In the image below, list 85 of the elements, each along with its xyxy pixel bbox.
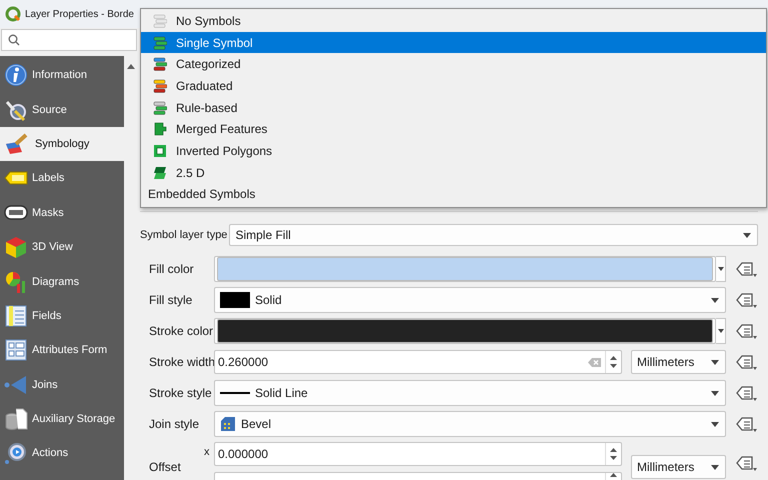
dropdown-arrow-icon bbox=[711, 298, 719, 302]
data-defined-icon[interactable] bbox=[736, 416, 758, 432]
sidebar-item[interactable]: 3D View bbox=[0, 230, 124, 264]
spin-up-icon bbox=[610, 448, 617, 452]
renderer-option[interactable]: Inverted Polygons bbox=[141, 140, 766, 162]
style-dropdown[interactable]: Solid bbox=[214, 287, 726, 313]
style-dropdown[interactable]: Solid Line bbox=[214, 380, 726, 406]
line-swatch-icon bbox=[220, 392, 250, 394]
dropdown-arrow-icon bbox=[743, 232, 751, 238]
clear-icon bbox=[588, 358, 601, 366]
menu-section-header: Embedded Symbols bbox=[147, 186, 256, 204]
sidebar-item[interactable]: Symbology bbox=[0, 126, 124, 162]
renderer-icon bbox=[153, 166, 167, 180]
data-defined-icon[interactable] bbox=[736, 261, 758, 277]
dropdown-arrow-icon bbox=[711, 422, 719, 426]
search-icon bbox=[8, 34, 20, 46]
sidebar-item-icon bbox=[4, 441, 28, 466]
field-label: Join style bbox=[149, 417, 200, 431]
sidebar-item-icon bbox=[4, 304, 28, 328]
sidebar-item[interactable]: Joins bbox=[0, 368, 124, 402]
data-defined-icon[interactable] bbox=[736, 455, 758, 471]
renderer-icon bbox=[153, 57, 167, 72]
field-label: Fill style bbox=[149, 293, 194, 307]
axis-label: x bbox=[204, 446, 210, 458]
renderer-option[interactable]: Graduated bbox=[141, 75, 766, 97]
sidebar-item-icon bbox=[4, 235, 28, 260]
unit-dropdown[interactable]: Millimeters bbox=[631, 350, 726, 374]
sidebar-item-icon bbox=[4, 407, 28, 432]
renderer-icon bbox=[153, 78, 167, 93]
renderer-option[interactable]: No Symbols bbox=[141, 10, 766, 32]
color-menu-button[interactable] bbox=[716, 318, 726, 344]
sidebar-item[interactable]: Information bbox=[0, 58, 124, 92]
data-defined-icon[interactable] bbox=[736, 354, 758, 370]
dropdown-arrow-icon bbox=[711, 360, 719, 364]
search-field[interactable] bbox=[1, 29, 137, 51]
window-title: Layer Properties - Borde bbox=[25, 8, 134, 20]
spin-up-icon bbox=[610, 473, 617, 477]
style-dropdown[interactable]: Bevel bbox=[214, 411, 726, 437]
sidebar-item-icon bbox=[4, 270, 28, 294]
spin-down-icon bbox=[610, 456, 617, 460]
field-label: Symbol layer type bbox=[140, 229, 228, 241]
sidebar-item[interactable]: Diagrams bbox=[0, 264, 124, 299]
sidebar-item-icon bbox=[4, 338, 28, 362]
data-defined-icon[interactable] bbox=[736, 323, 758, 339]
sidebar-item-icon bbox=[4, 132, 28, 156]
symbol-layer-type-dropdown[interactable]: Simple Fill bbox=[229, 224, 758, 246]
renderer-icon bbox=[153, 14, 167, 28]
renderer-option[interactable]: Single Symbol bbox=[141, 32, 766, 54]
unit-dropdown[interactable]: Millimeters bbox=[631, 455, 726, 479]
dropdown-arrow-icon bbox=[711, 464, 719, 470]
field-label: Fill color bbox=[149, 262, 195, 276]
renderer-icon bbox=[153, 122, 167, 136]
dropdown-arrow-icon bbox=[718, 267, 724, 271]
data-defined-icon[interactable] bbox=[736, 292, 758, 308]
renderer-option[interactable]: Merged Features bbox=[141, 118, 766, 140]
renderer-icon bbox=[153, 144, 167, 158]
data-defined-icon[interactable] bbox=[736, 385, 758, 401]
renderer-icon bbox=[153, 36, 167, 50]
sidebar-item-icon bbox=[4, 63, 28, 88]
renderer-option[interactable]: Categorized bbox=[141, 53, 766, 76]
renderer-option[interactable]: 2.5 D bbox=[141, 162, 766, 184]
renderer-option[interactable]: Rule-based bbox=[141, 96, 766, 118]
field-label: Stroke color bbox=[149, 324, 214, 338]
sidebar-item[interactable]: Attributes Form bbox=[0, 333, 124, 368]
renderer-icon bbox=[153, 100, 167, 115]
sidebar-item[interactable]: Fields bbox=[0, 298, 124, 334]
scroll-up-icon bbox=[126, 64, 134, 69]
field-label: Offset bbox=[149, 460, 182, 474]
field-label: Stroke style bbox=[149, 386, 213, 400]
sidebar-item[interactable]: Labels bbox=[0, 161, 124, 196]
dropdown-arrow-icon bbox=[711, 390, 719, 396]
color-menu-button[interactable] bbox=[716, 256, 726, 282]
bevel-join-icon bbox=[220, 416, 236, 432]
sidebar-item[interactable]: Masks bbox=[0, 196, 124, 230]
spin-up-icon bbox=[610, 356, 617, 360]
field-label: Stroke width bbox=[149, 355, 214, 369]
fill-swatch-icon bbox=[220, 292, 250, 308]
number-field[interactable]: 0.260000 bbox=[214, 350, 622, 374]
app-logo-icon bbox=[5, 6, 21, 22]
spin-down-icon bbox=[610, 364, 617, 368]
dropdown-arrow-icon bbox=[718, 329, 724, 333]
sidebar-item[interactable]: Actions bbox=[0, 436, 124, 471]
number-field[interactable]: 0.000000 bbox=[214, 442, 622, 466]
sidebar-item[interactable]: Auxiliary Storage bbox=[0, 402, 124, 436]
sidebar-item[interactable]: Source bbox=[0, 92, 124, 127]
